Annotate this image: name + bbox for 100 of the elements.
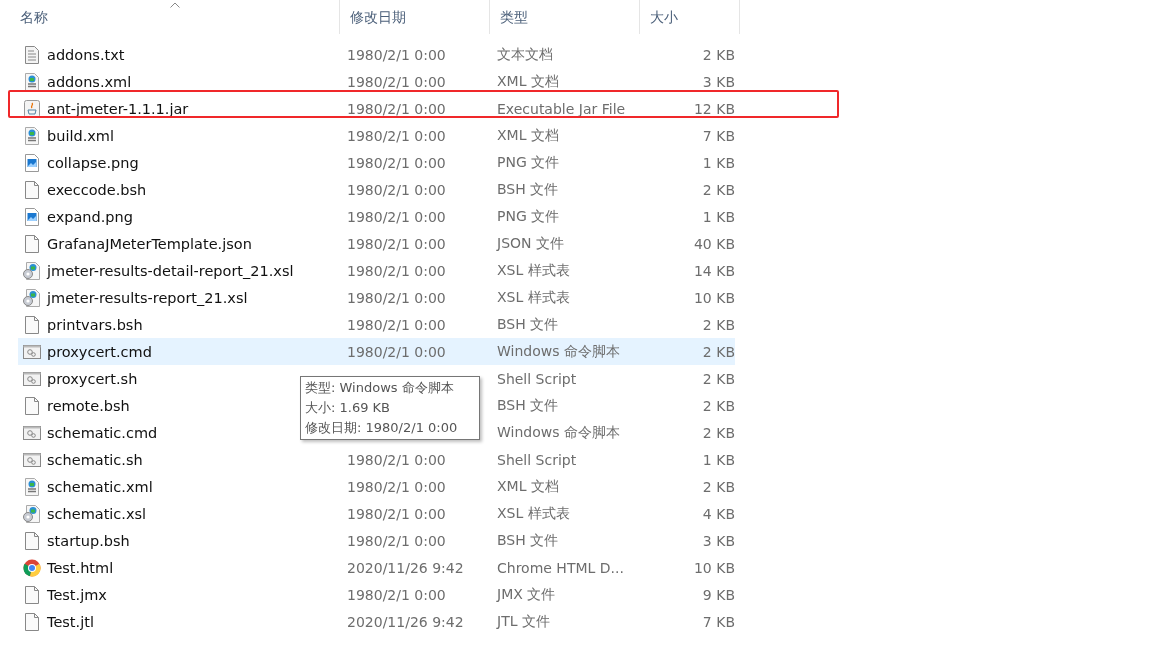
file-name: build.xml <box>47 127 114 144</box>
file-type: XML 文档 <box>497 72 559 89</box>
file-size: 2 KB <box>702 316 735 333</box>
tooltip-line: 修改日期: 1980/2/1 0:00 <box>305 419 459 437</box>
modified-date: 1980/2/1 0:00 <box>347 289 446 306</box>
blank-file-icon <box>23 180 41 199</box>
modified-date: 1980/2/1 0:00 <box>347 181 446 198</box>
file-name: expand.png <box>47 208 133 225</box>
modified-date: 1980/2/1 0:00 <box>347 46 446 63</box>
file-type: JSON 文件 <box>497 234 564 251</box>
file-size: 4 KB <box>702 505 735 522</box>
file-size: 1 KB <box>702 451 735 468</box>
file-name: schematic.xml <box>47 478 153 495</box>
file-size: 1 KB <box>702 154 735 171</box>
chrome-icon <box>23 558 41 577</box>
file-type: Shell Script <box>497 451 577 468</box>
script-file-icon <box>23 425 41 440</box>
file-name: jmeter-results-detail-report_21.xsl <box>47 262 294 279</box>
xsl-file-icon <box>23 261 41 280</box>
file-size: 10 KB <box>693 289 735 306</box>
tooltip-line: 大小: 1.69 KB <box>305 399 392 417</box>
modified-date: 1980/2/1 0:00 <box>347 235 446 252</box>
file-name: addons.txt <box>47 46 125 63</box>
modified-date: 2020/11/26 9:42 <box>347 559 464 576</box>
blank-file-icon <box>23 315 41 334</box>
file-size: 2 KB <box>702 343 735 360</box>
modified-date: 1980/2/1 0:00 <box>347 478 446 495</box>
file-type: 文本文档 <box>497 45 553 62</box>
blank-file-icon <box>23 612 41 631</box>
file-size: 14 KB <box>693 262 735 279</box>
script-file-icon <box>23 452 41 467</box>
modified-date: 1980/2/1 0:00 <box>347 316 446 333</box>
xml-file-icon <box>23 126 41 145</box>
file-name: addons.xml <box>47 73 132 90</box>
file-size: 2 KB <box>702 46 735 63</box>
file-size: 2 KB <box>702 424 735 441</box>
modified-date: 2020/11/26 9:42 <box>347 613 464 630</box>
modified-date: 1980/2/1 0:00 <box>347 586 446 603</box>
modified-date: 1980/2/1 0:00 <box>347 208 446 225</box>
xml-file-icon <box>23 477 41 496</box>
modified-date: 1980/2/1 0:00 <box>347 451 446 468</box>
xml-file-icon <box>23 72 41 91</box>
modified-date: 1980/2/1 0:00 <box>347 532 446 549</box>
file-name: printvars.bsh <box>47 316 143 333</box>
column-header[interactable]: 类型 <box>490 0 640 34</box>
file-type: Windows 命令脚本 <box>497 342 620 359</box>
file-name: Test.jmx <box>47 586 107 603</box>
file-name: collapse.png <box>47 154 139 171</box>
file-name: schematic.sh <box>47 451 143 468</box>
modified-date: 1980/2/1 0:00 <box>347 505 446 522</box>
blank-file-icon <box>23 585 41 604</box>
file-size: 7 KB <box>702 127 735 144</box>
file-size: 12 KB <box>693 100 735 117</box>
file-name: startup.bsh <box>47 532 130 549</box>
modified-date: 1980/2/1 0:00 <box>347 100 446 117</box>
file-size: 10 KB <box>693 559 735 576</box>
file-name: ant-jmeter-1.1.1.jar <box>47 100 189 117</box>
file-size: 3 KB <box>702 532 735 549</box>
file-name: Test.jtl <box>47 613 94 630</box>
file-type: Shell Script <box>497 370 577 387</box>
column-header[interactable]: 大小 <box>640 0 740 34</box>
modified-date: 1980/2/1 0:00 <box>347 343 446 360</box>
file-type: BSH 文件 <box>497 180 559 197</box>
file-size: 2 KB <box>702 181 735 198</box>
file-size: 7 KB <box>702 613 735 630</box>
blank-file-icon <box>23 234 41 253</box>
modified-date: 1980/2/1 0:00 <box>347 73 446 90</box>
file-size: 2 KB <box>702 397 735 414</box>
column-header[interactable]: 修改日期 <box>340 0 490 34</box>
file-size: 1 KB <box>702 208 735 225</box>
file-type: PNG 文件 <box>497 153 560 170</box>
file-row[interactable]: proxycert.cmd 1980/2/1 0:00 Windows 命令脚本 2 KB <box>18 338 735 365</box>
file-type: XSL 样式表 <box>497 504 570 521</box>
file-name: proxycert.cmd <box>47 343 152 360</box>
blank-file-icon <box>23 531 41 550</box>
file-name: Test.html <box>47 559 114 576</box>
file-name: proxycert.sh <box>47 370 138 387</box>
file-type: XSL 样式表 <box>497 288 570 305</box>
file-type: PNG 文件 <box>497 207 560 224</box>
modified-date: 1980/2/1 0:00 <box>347 127 446 144</box>
file-name: schematic.cmd <box>47 424 158 441</box>
file-size: 3 KB <box>702 73 735 90</box>
file-type: BSH 文件 <box>497 315 559 332</box>
column-header[interactable]: 名称 <box>10 0 340 34</box>
modified-date: 1980/2/1 0:00 <box>347 154 446 171</box>
file-type: XSL 样式表 <box>497 261 570 278</box>
file-size: 9 KB <box>702 586 735 603</box>
file-type: XML 文档 <box>497 126 559 143</box>
tooltip-line: 类型: Windows 命令脚本 <box>305 379 455 397</box>
xsl-file-icon <box>23 288 41 307</box>
file-name: remote.bsh <box>47 397 130 414</box>
script-file-icon <box>23 344 41 359</box>
file-type: Windows 命令脚本 <box>497 423 620 440</box>
file-type: BSH 文件 <box>497 531 559 548</box>
file-type: Executable Jar File <box>497 100 626 117</box>
file-type: Chrome HTML D... <box>497 559 624 576</box>
file-name: schematic.xsl <box>47 505 147 522</box>
file-size: 2 KB <box>702 478 735 495</box>
modified-date: 1980/2/1 0:00 <box>347 262 446 279</box>
file-type: XML 文档 <box>497 477 559 494</box>
